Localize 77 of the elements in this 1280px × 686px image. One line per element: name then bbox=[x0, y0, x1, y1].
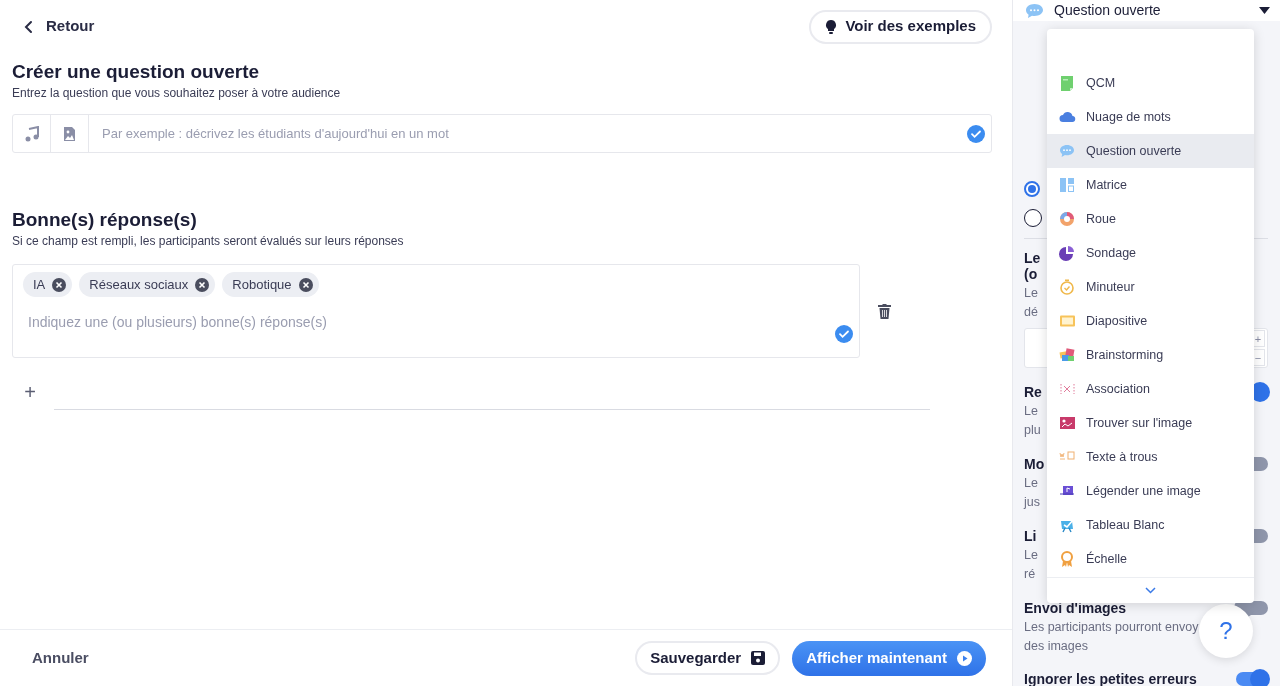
section-title: Bonne(s) réponse(s) bbox=[12, 208, 198, 232]
check-circle-icon bbox=[835, 325, 853, 343]
radio-button[interactable] bbox=[1024, 181, 1040, 197]
setting-description: jus bbox=[1024, 494, 1040, 511]
remove-icon[interactable] bbox=[52, 277, 67, 292]
picture-frame-icon bbox=[1059, 414, 1076, 432]
setting-description: des images bbox=[1024, 638, 1088, 655]
save-icon bbox=[751, 651, 766, 665]
menu-item[interactable]: Association bbox=[1047, 372, 1254, 406]
setting-description: Le bbox=[1024, 285, 1038, 302]
answer-tag: IA bbox=[23, 272, 73, 297]
menu-item[interactable]: Minuteur bbox=[1047, 270, 1254, 304]
menu-item[interactable]: Brainstorming bbox=[1047, 338, 1254, 372]
setting-title: Le bbox=[1024, 250, 1041, 266]
menu-item[interactable]: Nuage de mots bbox=[1047, 100, 1254, 134]
menu-item[interactable]: Roue bbox=[1047, 202, 1254, 236]
pie-chart-icon bbox=[1059, 244, 1076, 262]
setting-title: Re bbox=[1024, 384, 1042, 400]
radio-button[interactable] bbox=[1024, 209, 1042, 227]
music-note-icon[interactable] bbox=[24, 125, 39, 142]
menu-item[interactable]: Tableau Blanc bbox=[1047, 508, 1254, 542]
setting-title: Li bbox=[1024, 528, 1037, 544]
check-circle-icon bbox=[967, 124, 985, 143]
setting-title: Envoi d'images bbox=[1024, 600, 1127, 616]
type-select[interactable]: Question ouverte bbox=[1013, 0, 1280, 21]
toggle-switch[interactable] bbox=[1236, 672, 1268, 686]
caret-down-icon bbox=[1259, 7, 1270, 14]
save-button[interactable]: Sauvegarder bbox=[635, 641, 781, 675]
remove-icon[interactable] bbox=[195, 277, 210, 292]
remove-icon[interactable] bbox=[298, 277, 313, 292]
menu-item[interactable]: QCM bbox=[1047, 66, 1254, 100]
lightbulb-icon bbox=[825, 18, 838, 35]
ribbon-icon bbox=[1059, 550, 1076, 568]
menu-item[interactable]: Texte à trous bbox=[1047, 440, 1254, 474]
sticky-notes-icon bbox=[1059, 346, 1076, 364]
examples-button[interactable]: Voir des exemples bbox=[809, 9, 992, 44]
menu-item[interactable]: Légender une image bbox=[1047, 474, 1254, 508]
answer-tag: Robotique bbox=[222, 272, 319, 297]
section-subtitle: Si ce champ est rempli, les participants seront évalués sur leurs réponses bbox=[12, 233, 405, 250]
setting-description: Les participants pourront envoy bbox=[1024, 619, 1199, 636]
setting-description: Le bbox=[1024, 475, 1038, 492]
menu-item[interactable]: Question ouverte bbox=[1047, 134, 1254, 168]
speech-bubble-icon bbox=[1025, 2, 1044, 19]
question-input[interactable]: Par exemple : décrivez les étudiants d'aujourd'hui en un mot bbox=[89, 115, 967, 152]
grid-icon bbox=[1059, 176, 1076, 194]
present-button[interactable]: Afficher maintenant bbox=[792, 640, 986, 676]
menu-item[interactable]: Échelle bbox=[1047, 542, 1254, 576]
question-field[interactable]: Par exemple : décrivez les étudiants d'aujourd'hui en un mot bbox=[12, 114, 992, 153]
section-subtitle: Entrez la question que vous souhaitez poser à votre audience bbox=[12, 85, 342, 102]
document-icon bbox=[1059, 74, 1076, 92]
menu-item[interactable]: Sondage bbox=[1047, 236, 1254, 270]
setting-description: Le bbox=[1024, 547, 1038, 564]
chevron-left-icon bbox=[24, 19, 34, 34]
setting-title: (o bbox=[1024, 266, 1038, 282]
setting-title: Mo bbox=[1024, 456, 1045, 472]
setting-description: plu bbox=[1024, 422, 1041, 439]
menu-item[interactable]: Diapositive bbox=[1047, 304, 1254, 338]
setting-description: dé bbox=[1024, 304, 1038, 321]
image-file-icon[interactable] bbox=[63, 125, 76, 142]
trash-icon[interactable] bbox=[878, 303, 891, 319]
section-title: Créer une question ouverte bbox=[12, 60, 261, 84]
answer-input[interactable]: Indiquez une (ou plusieurs) bonne(s) réponse(s) bbox=[23, 312, 803, 332]
menu-item[interactable]: Trouver sur l'image bbox=[1047, 406, 1254, 440]
menu-item[interactable]: Matrice bbox=[1047, 168, 1254, 202]
setting-description: Le bbox=[1024, 403, 1038, 420]
cancel-button[interactable]: Annuler bbox=[32, 646, 89, 670]
play-icon bbox=[957, 650, 972, 666]
answer-tag: Réseaux sociaux bbox=[79, 272, 216, 297]
setting-title: Ignorer les petites erreurs bbox=[1024, 671, 1197, 686]
chevron-down-icon[interactable] bbox=[1145, 587, 1156, 594]
help-button[interactable]: ? bbox=[1199, 604, 1253, 658]
setting-description: ré bbox=[1024, 566, 1036, 583]
add-button[interactable]: + bbox=[22, 382, 38, 402]
answers-field[interactable]: IA Réseaux sociaux Robotique Indiquez une (ou plusieurs) bonne(s) réponse(s) bbox=[12, 264, 860, 358]
back-link[interactable]: Retour bbox=[24, 15, 95, 38]
stopwatch-icon bbox=[1059, 278, 1076, 296]
wheel-icon bbox=[1059, 210, 1076, 228]
